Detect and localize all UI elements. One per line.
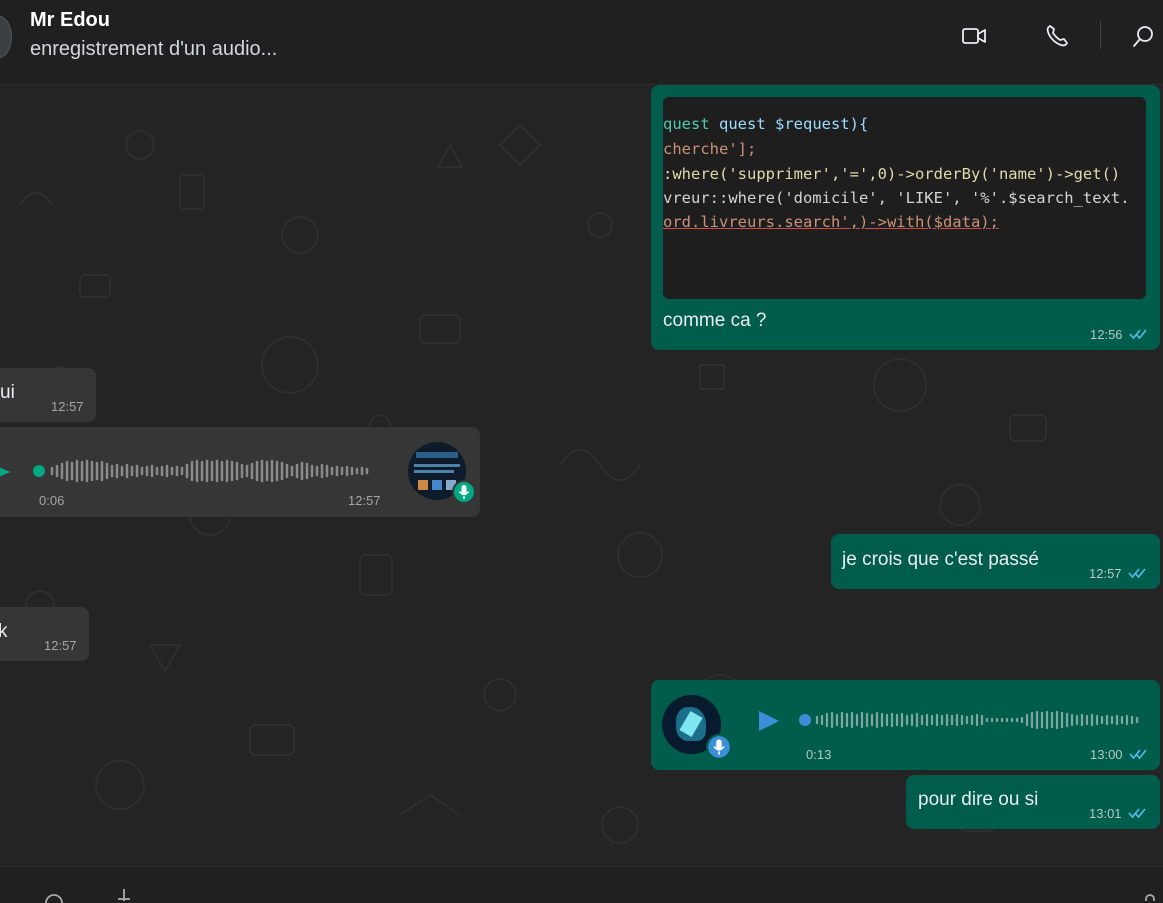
- incoming-text-message[interactable]: ui 12:57: [0, 368, 96, 422]
- voice-call-icon[interactable]: [1043, 22, 1071, 50]
- outgoing-voice-message[interactable]: 0:13 13:00: [651, 680, 1160, 770]
- contact-name[interactable]: Mr Edou: [30, 9, 110, 32]
- outgoing-text-message[interactable]: je crois que c'est passé 12:57: [831, 534, 1160, 589]
- outgoing-image-message[interactable]: quest quest $request){ cherche']; :where…: [651, 85, 1160, 350]
- chat-area[interactable]: quest quest $request){ cherche']; :where…: [0, 85, 1163, 865]
- code-line-2: cherche'];: [663, 140, 757, 158]
- message-time: 13:01: [1089, 806, 1122, 821]
- voice-waveform[interactable]: [30, 455, 382, 487]
- microphone-icon: [706, 734, 732, 760]
- message-time: 12:57: [51, 399, 84, 414]
- contact-status: enregistrement d'un audio...: [30, 38, 278, 60]
- play-icon[interactable]: [0, 460, 14, 484]
- read-ticks-icon: [1128, 808, 1146, 819]
- code-screenshot-image[interactable]: quest quest $request){ cherche']; :where…: [663, 97, 1146, 299]
- play-icon[interactable]: [757, 709, 781, 733]
- video-call-icon[interactable]: [960, 22, 988, 50]
- voice-duration: 0:06: [39, 493, 65, 508]
- message-text: je crois que c'est passé: [842, 549, 1039, 570]
- search-icon[interactable]: [1130, 22, 1158, 50]
- incoming-voice-message[interactable]: 0:06 12:57: [0, 427, 480, 517]
- message-time: 13:00: [1090, 747, 1123, 762]
- emoji-icon[interactable]: [44, 893, 64, 903]
- message-text: pour dire ou si: [918, 789, 1039, 810]
- code-line-1: quest quest $request){: [663, 115, 869, 133]
- message-text: k: [0, 621, 8, 642]
- read-ticks-icon: [1129, 329, 1147, 340]
- message-time: 12:57: [348, 493, 381, 508]
- microphone-icon[interactable]: [1140, 893, 1160, 901]
- message-time: 12:56: [1090, 327, 1123, 342]
- read-ticks-icon: [1128, 568, 1146, 579]
- message-text: ui: [0, 382, 15, 403]
- message-composer: [0, 866, 1163, 903]
- code-line-4: vreur::where('domicile', 'LIKE', '%'.$se…: [663, 189, 1130, 207]
- code-line-5: ord.livreurs.search',)->with($data);: [663, 213, 999, 231]
- message-time: 12:57: [1089, 566, 1122, 581]
- contact-avatar[interactable]: [0, 16, 12, 58]
- outgoing-text-message[interactable]: pour dire ou si 13:01: [906, 775, 1160, 829]
- chat-header: Mr Edou enregistrement d'un audio...: [0, 0, 1163, 85]
- message-text: comme ca ?: [663, 310, 767, 331]
- voice-duration: 0:13: [806, 747, 832, 762]
- header-divider: [1100, 21, 1101, 49]
- attach-icon[interactable]: [114, 889, 134, 901]
- voice-waveform[interactable]: [797, 704, 1149, 736]
- incoming-text-message[interactable]: k 12:57: [0, 607, 89, 661]
- code-line-3: :where('supprimer','=',0)->orderBy('name…: [663, 165, 1121, 183]
- microphone-icon: [452, 480, 476, 504]
- message-time: 12:57: [44, 638, 77, 653]
- read-ticks-icon: [1129, 749, 1147, 760]
